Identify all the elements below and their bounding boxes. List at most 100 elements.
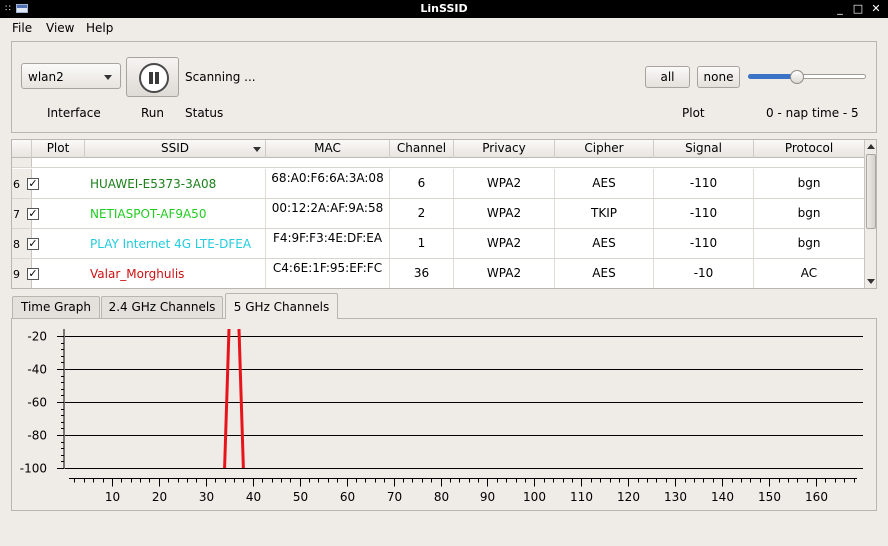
x-tick-label: 50 [293,490,308,504]
privacy-cell: WPA2 [454,229,555,258]
pause-icon [139,63,169,93]
table-row[interactable]: 9 ✓ Valar_Morghulis C4:6E:1F:95:EF:FC 36… [12,259,864,288]
slider-handle[interactable] [790,70,804,84]
nap-time-label: 0 - nap time - 5 [766,106,859,120]
run-label: Run [141,106,165,120]
ssid-cell: HUAWEI-E5373-3A08 [85,169,266,198]
table-scrollbar[interactable] [864,140,876,288]
row-header [12,158,32,167]
maximize-icon[interactable]: □ [851,2,865,16]
status-label: Status [185,106,224,120]
header-ssid-label: SSID [160,141,189,155]
sort-down-icon [253,147,261,152]
header-corner [12,140,32,158]
x-tick-label: 80 [434,490,449,504]
interface-label: Interface [47,106,101,120]
tab-time-graph[interactable]: Time Graph [12,296,100,318]
header-plot[interactable]: Plot [32,140,85,158]
title-bar: ∷ LinSSID _ □ ✕ [0,0,888,18]
x-tick-label: 60 [340,490,355,504]
nap-time-slider[interactable] [748,70,866,84]
tab-2-4-ghz-channels[interactable]: 2.4 GHz Channels [101,296,223,318]
channel-cell: 2 [390,199,454,228]
header-protocol[interactable]: Protocol [754,140,864,158]
ssid-cell: NETIASPOT-AF9A50 [85,199,266,228]
y-tick-label: -60 [27,396,47,410]
protocol-cell: bgn [797,206,821,220]
mac-cell: F4:9F:F3:4E:DF:EA [266,229,390,258]
chart-pane: -20 -40 -60 -80 -100 10 20 30 40 50 60 70 80 90 100 11… [11,318,877,511]
protocol-cell: AC [800,266,818,280]
menu-file[interactable]: File [12,21,32,35]
channel-cell: 36 [390,259,454,288]
x-tick-label: 100 [523,490,546,504]
plot-checkbox[interactable]: ✓ [27,208,39,220]
x-tick-label: 160 [805,490,828,504]
header-mac[interactable]: MAC [266,140,390,158]
cipher-cell: AES [555,169,654,198]
y-tick-label: -100 [20,462,47,476]
ssid-cell: PLAY Internet 4G LTE-DFEA [85,229,266,258]
table-row-partial [12,158,864,168]
channel-cell: 6 [390,169,454,198]
ssid-table: Plot SSID MAC Channel Privacy Cipher Sig… [11,139,877,289]
signal-cell: -110 [654,229,754,258]
close-icon[interactable]: ✕ [869,2,883,16]
table-header: Plot SSID MAC Channel Privacy Cipher Sig… [12,140,864,158]
x-tick-label: 10 [105,490,120,504]
y-tick-label: -40 [27,363,47,377]
menu-help[interactable]: Help [86,21,113,35]
minimize-icon[interactable]: _ [833,2,847,16]
x-tick-label: 140 [711,490,734,504]
tab-5-ghz-channels[interactable]: 5 GHz Channels [225,293,338,319]
header-privacy[interactable]: Privacy [454,140,555,158]
cipher-cell: TKIP [555,199,654,228]
x-tick-label: 40 [246,490,261,504]
protocol-cell: bgn [797,236,821,250]
plot-all-button[interactable]: all [645,66,690,88]
scroll-up-icon[interactable] [867,144,875,149]
cipher-cell: AES [555,229,654,258]
interface-select[interactable]: wlan2 [21,63,121,89]
privacy-cell: WPA2 [454,259,555,288]
plot-area [65,329,863,470]
signal-cell: -110 [654,169,754,198]
plot-checkbox[interactable]: ✓ [27,238,39,250]
mac-cell: C4:6E:1F:95:EF:FC [266,259,390,288]
privacy-cell: WPA2 [454,169,555,198]
menu-view[interactable]: View [46,21,74,35]
protocol-cell: bgn [797,176,821,190]
mac-cell: 00:12:2A:AF:9A:58 [266,199,390,228]
run-button[interactable] [126,57,179,97]
cipher-cell: AES [555,259,654,288]
plot-checkbox[interactable]: ✓ [27,178,39,190]
x-tick-label: 90 [480,490,495,504]
menu-bar: File View Help [0,18,888,38]
x-tick-label: 20 [152,490,167,504]
x-tick-label: 70 [387,490,402,504]
x-tick-label: 150 [758,490,781,504]
channel-chart: -20 -40 -60 -80 -100 10 20 30 40 50 60 70 80 90 100 11… [20,329,863,504]
mac-cell: 68:A0:F6:6A:3A:08 [266,169,390,198]
table-row[interactable]: 6 ✓ HUAWEI-E5373-3A08 68:A0:F6:6A:3A:08 … [12,169,864,199]
privacy-cell: WPA2 [454,199,555,228]
interface-value: wlan2 [28,70,64,84]
channel-cell: 1 [390,229,454,258]
scroll-thumb[interactable] [866,154,876,229]
header-ssid[interactable]: SSID [85,140,266,158]
header-cipher[interactable]: Cipher [555,140,654,158]
scroll-down-icon[interactable] [867,279,875,284]
plot-none-button[interactable]: none [697,66,740,88]
table-row[interactable]: 7 ✓ NETIASPOT-AF9A50 00:12:2A:AF:9A:58 2… [12,199,864,229]
signal-cell: -110 [654,199,754,228]
header-signal[interactable]: Signal [654,140,754,158]
x-tick-label: 30 [199,490,214,504]
x-tick-label: 110 [570,490,593,504]
window-title: LinSSID [420,2,468,15]
header-channel[interactable]: Channel [390,140,454,158]
table-row[interactable]: 8 ✓ PLAY Internet 4G LTE-DFEA F4:9F:F3:4… [12,229,864,259]
ssid-cell: Valar_Morghulis [85,259,266,288]
x-tick-label: 130 [664,490,687,504]
plot-label: Plot [682,106,705,120]
plot-checkbox[interactable]: ✓ [27,268,39,280]
